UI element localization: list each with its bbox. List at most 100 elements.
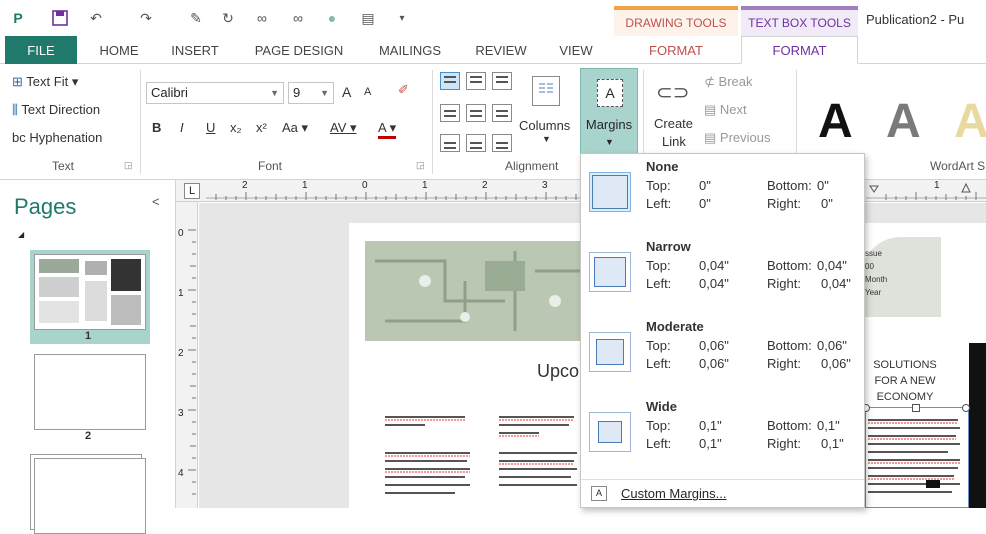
hyphenation-button[interactable]: bc Hyphenation (12, 130, 102, 145)
newsletter-heading[interactable]: Upco (537, 361, 579, 382)
tab-page-design[interactable]: PAGE DESIGN (244, 36, 354, 64)
align-middle-right-button[interactable] (492, 104, 512, 122)
text-fit-label: Text Fit (26, 74, 69, 89)
margin-left-label: Left: (646, 436, 672, 451)
resize-handle[interactable] (962, 404, 970, 412)
resize-handle[interactable] (912, 404, 920, 412)
margin-right-label: Right: (767, 196, 801, 211)
previous-button[interactable]: ▤ Previous (704, 130, 771, 146)
align-middle-left-button[interactable] (440, 104, 460, 122)
redo-icon[interactable]: ↷ (136, 8, 156, 28)
wordart-style-gray[interactable]: A (886, 94, 921, 149)
margin-option-none[interactable]: None Top: 0" Bottom: 0" Left: 0" Right: … (581, 154, 864, 232)
custom-margins-item[interactable]: A Custom Margins... (581, 479, 864, 507)
circuit-board-image[interactable] (365, 241, 595, 341)
character-spacing-button[interactable]: AV ▾ (330, 120, 357, 136)
title-bar: P ↶ ↷ ✎ ↻ ∞ ∞ ● ▤ ▾ DRAWING TOOLS TEXT B… (0, 0, 986, 36)
columns-button[interactable]: Columns (519, 118, 570, 133)
font-name-select[interactable]: Calibri ▼ (146, 82, 284, 104)
customize-qat-icon[interactable]: ▾ (392, 8, 412, 28)
font-size-select[interactable]: 9 ▼ (288, 82, 334, 104)
margin-left-value: 0,04" (699, 276, 729, 291)
tab-view[interactable]: VIEW (546, 36, 606, 64)
margin-option-name: Moderate (646, 319, 704, 334)
break-link-button[interactable]: ⊄ Break (704, 74, 753, 90)
solutions-text[interactable]: SOLUTIONS FOR A NEW ECONOMY (869, 357, 941, 405)
page-thumbnail-1[interactable] (34, 254, 146, 330)
font-color-button[interactable]: A ▾ (378, 120, 397, 139)
change-case-button[interactable]: Aa ▾ (282, 120, 308, 136)
align-top-center-button[interactable] (466, 72, 486, 90)
undo-icon[interactable]: ↶ (86, 8, 106, 28)
unlink-icon[interactable]: ∞ (288, 8, 308, 28)
ruler-label: 1 (422, 180, 428, 191)
align-top-right-button[interactable] (492, 72, 512, 90)
wordart-style-black[interactable]: A (818, 94, 853, 149)
create-link-label-1[interactable]: Create (654, 116, 693, 131)
body-text-column-2[interactable] (499, 413, 579, 508)
link-icon[interactable]: ∞ (252, 8, 272, 28)
ruler-ticks-right (866, 182, 986, 200)
refresh-icon[interactable]: ↻ (218, 8, 238, 28)
tab-drawing-format[interactable]: FORMAT (614, 36, 738, 64)
align-bottom-center-button[interactable] (466, 134, 486, 152)
margin-right-value: 0,06" (821, 356, 851, 371)
create-link-label-2[interactable]: Link (662, 134, 686, 149)
page-thumbnail-2[interactable] (34, 354, 146, 430)
clear-formatting-icon[interactable]: ✐ (398, 82, 409, 98)
previous-icon: ▤ (704, 130, 717, 145)
next-button[interactable]: ▤ Next (704, 102, 747, 118)
margin-option-narrow[interactable]: Narrow Top: 0,04" Bottom: 0,04" Left: 0,… (581, 234, 864, 312)
text-direction-button[interactable]: ⫼ Text Direction (12, 102, 100, 118)
tab-insert[interactable]: INSERT (160, 36, 230, 64)
format-painter-icon[interactable]: ✎ (186, 8, 206, 28)
vertical-ruler[interactable]: 0 1 2 3 4 (176, 202, 198, 508)
align-top-left-button[interactable] (440, 72, 460, 90)
tab-file[interactable]: FILE (5, 36, 77, 64)
ruler-label: 4 (178, 468, 184, 479)
selected-text-box[interactable] (862, 404, 970, 508)
group-separator (432, 70, 433, 174)
save-icon[interactable] (50, 8, 70, 28)
text-fit-button[interactable]: ⊞ Text Fit ▾ (12, 74, 78, 90)
page-thumbnail-3[interactable] (34, 458, 146, 534)
text-lines (385, 416, 470, 494)
margin-bottom-label: Bottom: (767, 338, 812, 353)
ruler-label: 3 (542, 180, 548, 191)
font-dialog-launcher-icon[interactable]: ◲ (416, 160, 425, 171)
collapse-pane-button[interactable]: < (152, 194, 160, 209)
text-direction-icon: ⫼ (12, 102, 18, 117)
align-bottom-left-button[interactable] (440, 134, 460, 152)
issue-info[interactable]: ssue 00 Month Year (865, 247, 887, 299)
tab-home[interactable]: HOME (84, 36, 154, 64)
text-dialog-launcher-icon[interactable]: ◲ (124, 160, 133, 171)
text-box-icon[interactable]: ▤ (358, 8, 378, 28)
expand-triangle-icon[interactable]: ◢ (18, 230, 24, 239)
tab-selector-button[interactable]: L (184, 183, 200, 199)
align-bottom-right-button[interactable] (492, 134, 512, 152)
margin-bottom-label: Bottom: (767, 258, 812, 273)
margins-button[interactable]: A Margins ▼ (580, 68, 638, 156)
margin-right-label: Right: (767, 436, 801, 451)
italic-button[interactable]: I (180, 120, 184, 135)
shrink-font-button[interactable]: A (364, 86, 371, 98)
grow-font-button[interactable]: A (342, 84, 351, 100)
superscript-button[interactable]: x² (256, 120, 267, 135)
underline-button[interactable]: U (206, 120, 215, 135)
margin-top-label: Top: (646, 418, 671, 433)
align-middle-center-button[interactable] (466, 104, 486, 122)
margin-bottom-label: Bottom: (767, 178, 812, 193)
tab-mailings[interactable]: MAILINGS (366, 36, 454, 64)
ruler-label: 3 (178, 408, 184, 419)
margin-option-name: Narrow (646, 239, 691, 254)
dark-image-strip[interactable] (969, 343, 986, 508)
tab-review[interactable]: REVIEW (466, 36, 536, 64)
margin-option-wide[interactable]: Wide Top: 0,1" Bottom: 0,1" Left: 0,1" R… (581, 394, 864, 472)
tab-text-box-format[interactable]: FORMAT (741, 36, 858, 64)
subscript-button[interactable]: x₂ (230, 120, 242, 135)
shape-icon[interactable]: ● (322, 8, 342, 28)
wordart-style-gold[interactable]: A (954, 94, 986, 149)
body-text-column-1[interactable] (385, 413, 475, 508)
bold-button[interactable]: B (152, 120, 161, 135)
margin-option-moderate[interactable]: Moderate Top: 0,06" Bottom: 0,06" Left: … (581, 314, 864, 392)
